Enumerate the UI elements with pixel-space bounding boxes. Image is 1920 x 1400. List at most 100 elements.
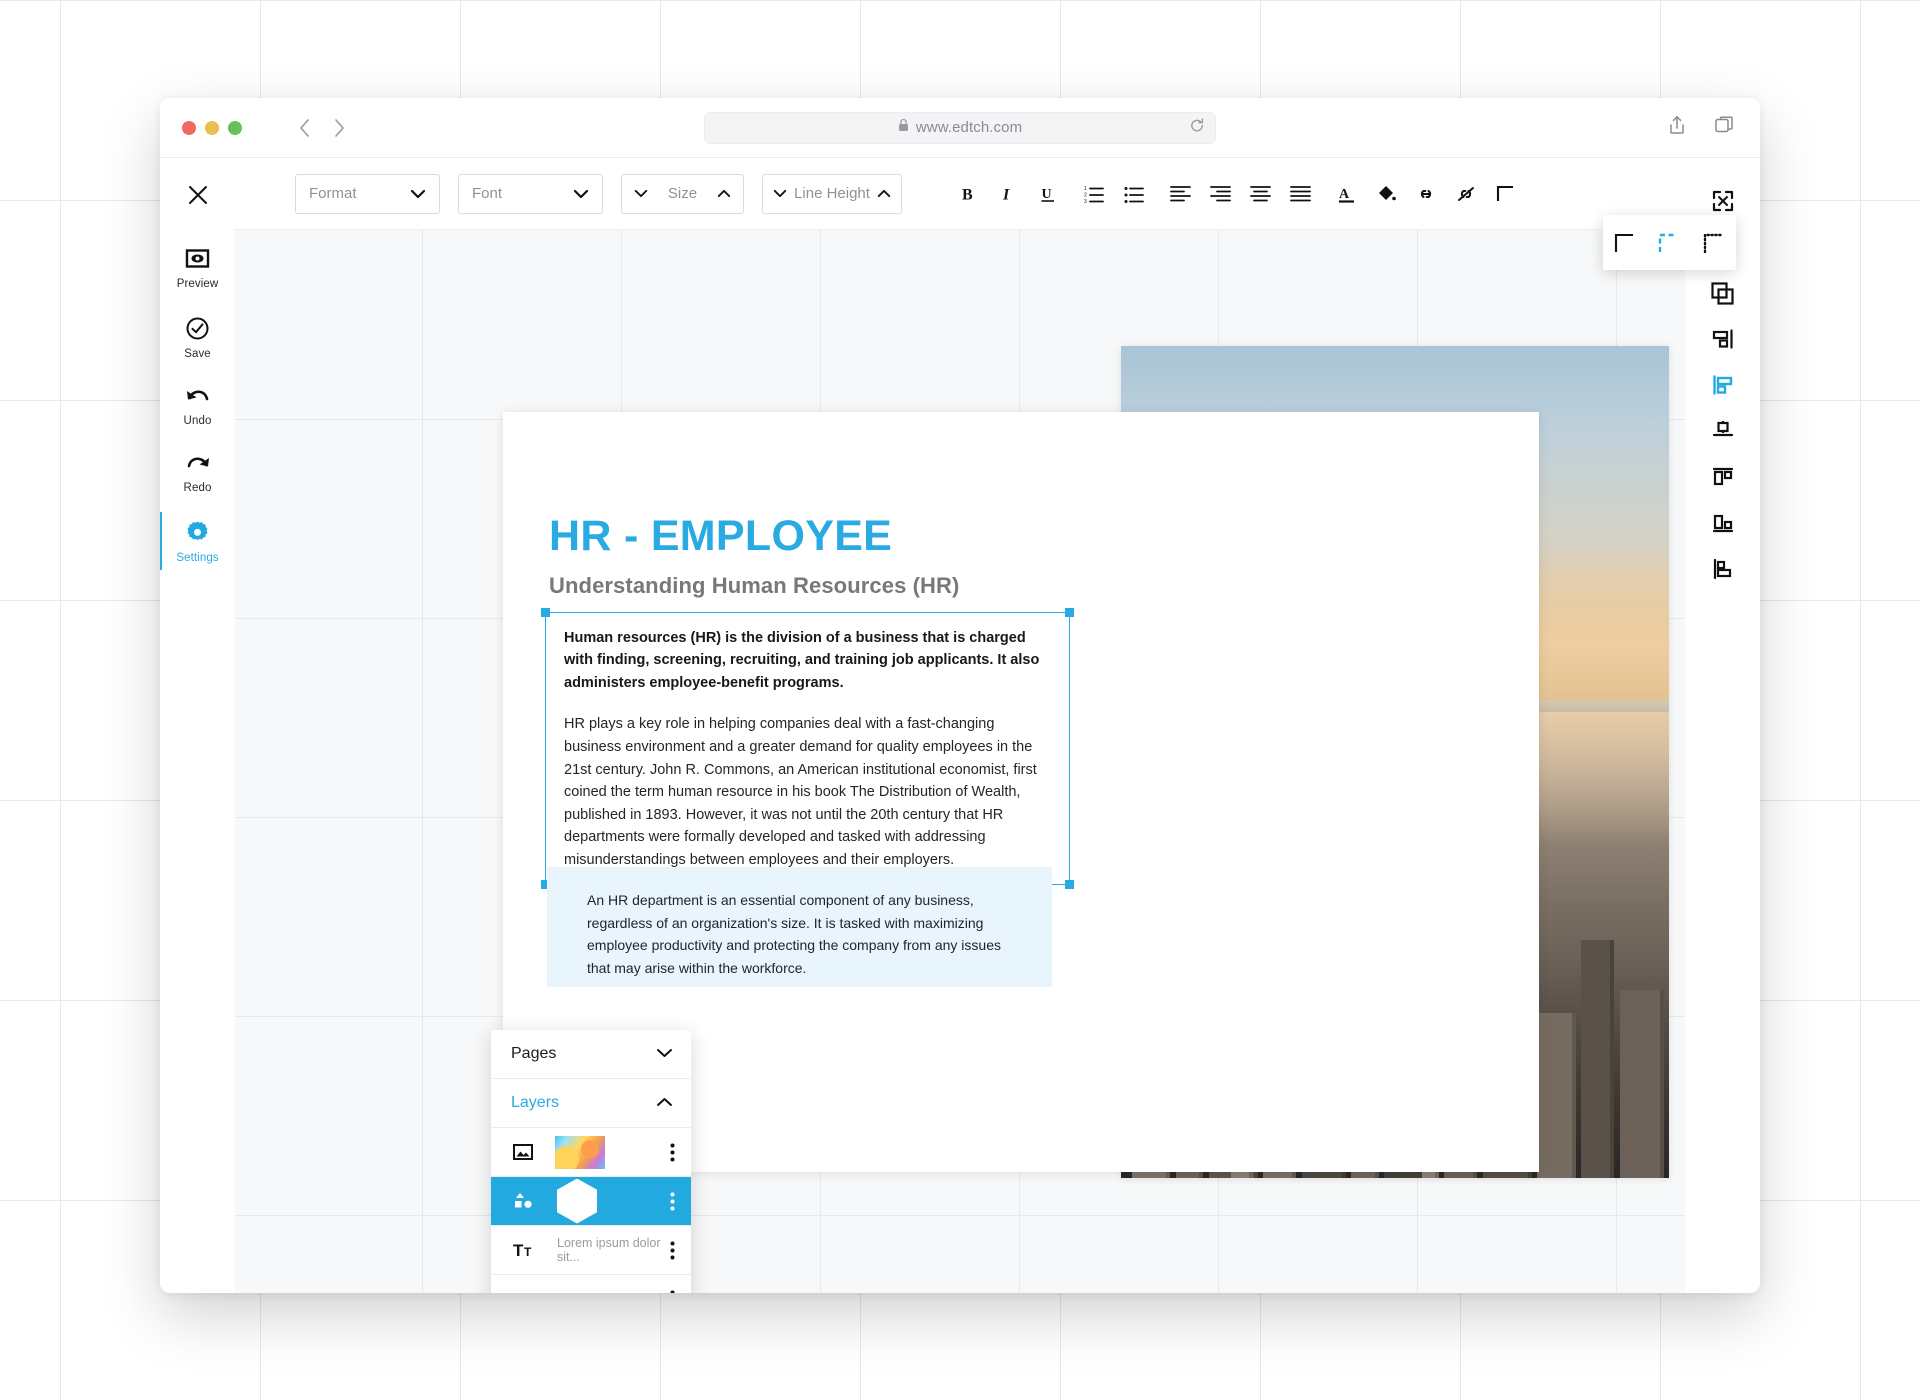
svg-text:T: T [513,1241,524,1259]
layers-panel[interactable]: Pages Layers T T Lorem ipsum dolor sit..… [491,1030,691,1293]
text-color-button[interactable]: A [1326,174,1366,214]
border-style-dashed-option[interactable] [1652,226,1686,260]
undo-label: Undo [183,415,212,427]
distribute-vertical-icon[interactable] [1701,552,1745,586]
redo-button[interactable]: Redo [160,439,235,506]
layer-item-image[interactable] [491,1128,691,1177]
layer-item-shape[interactable] [491,1177,691,1226]
border-style-dotted-option[interactable] [1697,226,1731,260]
preview-button[interactable]: Preview [160,232,235,302]
maximize-window-button[interactable] [228,120,242,135]
layers-panel-layers-row[interactable]: Layers [491,1079,691,1128]
align-center-button[interactable] [1240,174,1280,214]
chevron-down-icon [656,1045,673,1063]
save-button[interactable]: Save [160,302,235,372]
border-style-popup[interactable] [1603,215,1736,270]
italic-button[interactable]: I [988,174,1028,214]
save-label: Save [184,348,211,360]
align-top-icon[interactable] [1701,460,1745,494]
border-style-button[interactable] [1486,174,1526,214]
text-icon: TT [513,1290,539,1293]
align-objects-left-icon[interactable] [1701,368,1745,402]
toolbar-icon-group: B I U 123 A [948,174,1526,214]
formatting-toolbar: Format Font Size Line Height B I U 1 2 3… [235,158,1685,230]
text-icon: TT [513,1241,539,1259]
align-bottom-icon[interactable] [1701,506,1745,540]
tabs-icon[interactable] [1714,115,1734,140]
align-justify-button[interactable] [1280,174,1320,214]
layer-item-text-2[interactable]: TT Sit amet [491,1275,691,1293]
right-toolbar-rail [1685,158,1760,1293]
align-left-button[interactable] [1160,174,1200,214]
resize-handle-top-right[interactable] [1065,608,1074,617]
forward-icon[interactable] [333,118,346,138]
layers-panel-pages-row[interactable]: Pages [491,1030,691,1079]
browser-window: www.edtch.com Preview Save Undo Redo Set… [160,98,1760,1293]
settings-button[interactable]: Settings [160,506,235,576]
size-increase-icon[interactable] [717,189,731,198]
share-icon[interactable] [1668,115,1686,140]
page-subtitle: Understanding Human Resources (HR) [549,573,960,598]
svg-text:T: T [524,1245,532,1259]
layers-label: Layers [511,1094,560,1111]
svg-text:1: 1 [1084,186,1087,192]
border-style-solid-option[interactable] [1608,226,1642,260]
layer-thumbnail [555,1135,605,1169]
kebab-menu-icon[interactable] [663,1241,681,1260]
fill-color-button[interactable] [1366,174,1406,214]
align-center-vertical-icon[interactable] [1701,414,1745,448]
size-decrease-icon[interactable] [634,189,648,198]
line-height-increase-icon[interactable] [877,189,891,198]
left-toolbar-rail: Preview Save Undo Redo Settings [160,158,235,1293]
svg-text:U: U [1042,187,1052,202]
font-select-label: Font [472,185,503,202]
align-right-button[interactable] [1200,174,1240,214]
minimize-window-button[interactable] [205,120,219,135]
shape-icon [513,1191,539,1211]
app-body: Preview Save Undo Redo Settings Format F… [160,158,1760,1293]
link-button[interactable] [1406,174,1446,214]
back-icon[interactable] [298,118,311,138]
svg-text:I: I [1002,186,1010,203]
underline-button[interactable]: U [1028,174,1068,214]
callout-box[interactable]: An HR department is an essential compone… [547,867,1052,987]
intro-paragraph: Human resources (HR) is the division of … [564,630,1040,691]
layer-item-text-1[interactable]: TT Lorem ipsum dolor sit... [491,1226,691,1275]
chevron-down-icon [410,189,426,199]
fit-screen-icon[interactable] [1701,184,1745,218]
resize-handle-top-left[interactable] [541,608,550,617]
reload-icon[interactable] [1189,117,1205,138]
close-window-button[interactable] [182,120,196,135]
bold-button[interactable]: B [948,174,988,214]
close-editor-button[interactable] [160,180,235,232]
svg-text:B: B [962,186,973,203]
line-height-stepper[interactable]: Line Height [762,173,902,214]
resize-handle-bottom-right[interactable] [1065,879,1074,889]
align-objects-right-icon[interactable] [1701,322,1745,356]
browser-chrome: www.edtch.com [160,98,1760,158]
kebab-menu-icon[interactable] [663,1290,681,1293]
url-text: www.edtch.com [915,119,1023,136]
undo-button[interactable]: Undo [160,372,235,439]
selected-text-element[interactable]: Human resources (HR) is the division of … [541,608,1074,889]
unordered-list-button[interactable] [1114,174,1154,214]
layer-name: Sit amet [557,1292,663,1293]
preview-label: Preview [176,278,219,290]
page-title: HR - EMPLOYEE [549,512,893,560]
chevron-up-icon [656,1094,673,1112]
url-bar[interactable]: www.edtch.com [704,111,1216,144]
window-controls[interactable] [182,120,242,135]
font-select[interactable]: Font [458,173,603,214]
size-stepper[interactable]: Size [621,173,744,214]
format-select[interactable]: Format [295,173,440,214]
kebab-menu-icon[interactable] [663,1192,681,1211]
kebab-menu-icon[interactable] [663,1143,681,1162]
svg-text:2: 2 [1084,192,1087,198]
ordered-list-button[interactable]: 123 [1074,174,1114,214]
chrome-right-actions[interactable] [1668,115,1734,140]
navigation-buttons[interactable] [298,118,346,138]
unlink-button[interactable] [1446,174,1486,214]
line-height-decrease-icon[interactable] [773,189,787,198]
canvas-area[interactable]: HR - EMPLOYEE Understanding Human Resour… [235,230,1685,1293]
duplicate-icon[interactable] [1701,276,1745,310]
